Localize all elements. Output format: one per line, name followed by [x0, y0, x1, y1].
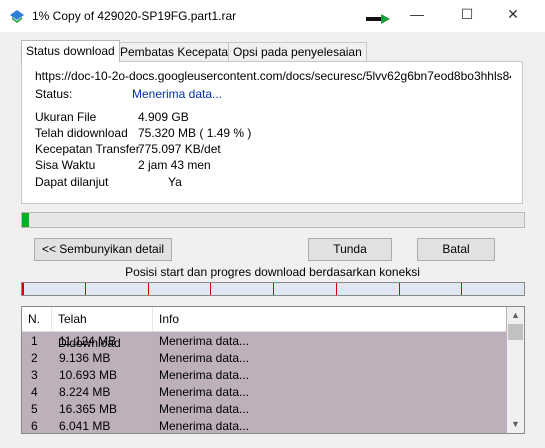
table-row[interactable]: 2 9.136 MB Menerima data... [22, 350, 506, 367]
table-row[interactable]: 5 16.365 MB Menerima data... [22, 401, 506, 418]
download-url: https://doc-10-2o-docs.googleusercontent… [35, 69, 511, 83]
row-downloaded: 9.136 MB [59, 351, 111, 365]
scroll-up-icon[interactable]: ▲ [507, 307, 524, 324]
tab-completion-options[interactable]: Opsi pada penyelesaian [228, 42, 367, 61]
table-row[interactable]: 1 11.124 MB Menerima data... [22, 333, 506, 350]
column-header-number[interactable]: N. [22, 307, 52, 331]
row-info: Menerima data... [159, 402, 250, 416]
connection-marker [273, 283, 274, 295]
connection-marker [461, 283, 462, 295]
connection-progress-caption: Posisi start dan progres download berdas… [125, 265, 420, 279]
file-size-label: Ukuran File [35, 110, 97, 124]
table-row[interactable]: 4 8.224 MB Menerima data... [22, 384, 506, 401]
download-progress-bar [21, 212, 525, 228]
connection-progress-bar [21, 282, 525, 296]
close-button[interactable]: ✕ [498, 6, 528, 26]
row-downloaded: 16.365 MB [59, 402, 118, 416]
connection-marker [85, 283, 86, 295]
row-downloaded: 6.041 MB [59, 419, 111, 433]
window-title: 1% Copy of 429020-SP19FG.part1.rar [32, 9, 237, 23]
status-value: Menerima data... [132, 87, 223, 101]
downloaded-value: 75.320 MB ( 1.49 % ) [138, 126, 252, 140]
row-info: Menerima data... [159, 419, 250, 433]
row-info: Menerima data... [159, 368, 250, 382]
column-header-downloaded[interactable]: Telah Didownload [52, 307, 153, 350]
maximize-button[interactable]: ☐ [452, 6, 482, 26]
row-info: Menerima data... [159, 334, 250, 348]
progress-fill [22, 213, 29, 227]
row-number: 1 [31, 334, 38, 348]
row-number: 3 [31, 368, 38, 382]
connection-marker [336, 283, 337, 295]
connections-table: N. Telah Didownload Info 1 11.124 MB Mener… [21, 306, 525, 434]
scroll-thumb[interactable] [508, 324, 523, 340]
row-info: Menerima data... [159, 385, 250, 399]
row-downloaded: 11.124 MB [59, 334, 117, 348]
cancel-button[interactable]: Batal [417, 238, 495, 261]
connection-marker [210, 283, 211, 295]
row-number: 4 [31, 385, 38, 399]
tab-status-download[interactable]: Status download [21, 40, 120, 62]
scroll-down-icon[interactable]: ▼ [507, 416, 524, 433]
status-panel: https://doc-10-2o-docs.googleusercontent… [21, 61, 523, 204]
time-left-value: 2 jam 43 men [138, 158, 211, 172]
connection-marker [399, 283, 400, 295]
row-downloaded: 10.693 MB [59, 368, 118, 382]
resume-label: Dapat dilanjut [35, 175, 109, 189]
row-number: 6 [31, 419, 38, 433]
connection-start-marker [22, 283, 24, 295]
downloaded-label: Telah didownload [35, 126, 128, 140]
minimize-button[interactable]: — [402, 6, 432, 26]
status-label: Status: [35, 87, 73, 101]
table-header: N. Telah Didownload Info [22, 307, 506, 350]
table-row[interactable]: 3 10.693 MB Menerima data... [22, 367, 506, 384]
column-header-info[interactable]: Info [153, 307, 506, 331]
hide-details-button[interactable]: << Sembunyikan detail [34, 238, 172, 261]
resume-value: Ya [168, 175, 182, 189]
file-size-value: 4.909 GB [138, 110, 189, 124]
table-scrollbar[interactable]: ▲ ▼ [507, 307, 524, 433]
transfer-rate-value: 775.097 KB/det [138, 142, 221, 156]
table-row[interactable]: 6 6.041 MB Menerima data... [22, 418, 506, 433]
transfer-rate-label: Kecepatan Transfer [35, 142, 140, 156]
row-number: 5 [31, 402, 38, 416]
connection-marker [148, 283, 149, 295]
time-left-label: Sisa Waktu [35, 158, 96, 172]
pause-button[interactable]: Tunda [308, 238, 392, 261]
tab-speed-limiter[interactable]: Pembatas Kecepatan [115, 42, 240, 61]
row-downloaded: 8.224 MB [59, 385, 111, 399]
row-info: Menerima data... [159, 351, 250, 365]
row-number: 2 [31, 351, 38, 365]
title-bar: 1% Copy of 429020-SP19FG.part1.rar — ☐ ✕ [0, 0, 545, 32]
idm-app-icon [10, 10, 24, 23]
download-arrow-icon [366, 14, 390, 24]
